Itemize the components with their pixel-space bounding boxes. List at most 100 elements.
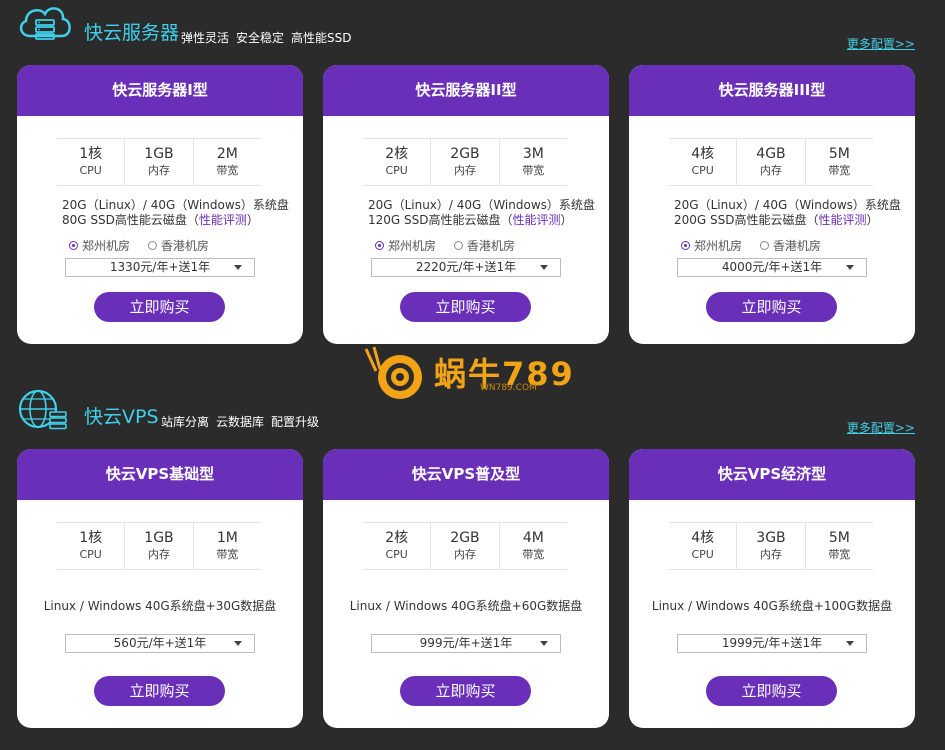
disk-ssd-text: 120G SSD高性能云磁盘（ xyxy=(368,213,513,227)
caret-down-icon xyxy=(540,641,548,646)
disk-line: 20G（Linux）/ 40G（Windows）系统盘 xyxy=(674,198,901,212)
cloud-server-icon xyxy=(19,7,71,40)
spec-label: CPU xyxy=(691,164,714,177)
buy-now-button[interactable]: 立即购买 xyxy=(94,676,225,706)
spec-value: 1核 xyxy=(79,530,103,546)
paren-close: ） xyxy=(246,213,259,227)
spec-label: CPU xyxy=(79,164,102,177)
price-select[interactable]: 1330元/年+送1年 xyxy=(65,258,255,277)
servers-section: 快云服务器 弹性灵活 安全稳定 高性能SSD 更多配置>> xyxy=(0,0,945,60)
buy-now-button[interactable]: 立即购买 xyxy=(400,292,531,322)
spec-label: CPU xyxy=(385,164,408,177)
spec-bandwidth: 3M 带宽 xyxy=(498,139,567,185)
vps-header: 快云VPS 站库分离 云数据库 配置升级 更多配置>> xyxy=(0,384,945,444)
radio-unselected-icon[interactable] xyxy=(453,241,463,250)
spec-label: 带宽 xyxy=(522,548,545,561)
disk-line: 80G SSD高性能云磁盘（性能评测） xyxy=(62,213,289,228)
spec-label: CPU xyxy=(79,548,102,561)
radio-zhengzhou[interactable]: 郑州机房 xyxy=(69,237,130,254)
datacenter-radio-group: 郑州机房 香港机房 xyxy=(69,237,223,254)
disk-line: 120G SSD高性能云磁盘（性能评测） xyxy=(368,213,595,228)
spec-value: 3M xyxy=(522,146,544,162)
servers-title: 快云服务器 xyxy=(84,22,180,44)
disk-line: 20G（Linux）/ 40G（Windows）系统盘 xyxy=(368,198,595,212)
spec-row: 1核 CPU 1GB 内存 2M 带宽 xyxy=(57,138,261,186)
vps-tag: 站库分离 xyxy=(161,415,210,429)
spec-memory: 4GB 内存 xyxy=(736,139,804,185)
spec-value: 4核 xyxy=(691,146,715,162)
performance-review-link[interactable]: 性能评测 xyxy=(199,213,247,227)
disk-ssd-text: 80G SSD高性能云磁盘（ xyxy=(62,213,199,227)
disk-description: Linux / Windows 40G系统盘+30G数据盘 xyxy=(43,599,277,613)
spec-value: 2GB xyxy=(450,530,480,546)
plan-title: 快云服务器II型 xyxy=(323,65,609,116)
spec-value: 4核 xyxy=(691,530,715,546)
radio-unselected-icon[interactable] xyxy=(759,241,769,250)
plan-title: 快云VPS普及型 xyxy=(323,449,609,500)
price-select[interactable]: 2220元/年+送1年 xyxy=(371,258,561,277)
performance-review-link[interactable]: 性能评测 xyxy=(819,213,867,227)
spec-bandwidth: 5M 带宽 xyxy=(804,139,873,185)
radio-unselected-icon[interactable] xyxy=(147,241,157,250)
spec-memory: 3GB 内存 xyxy=(736,523,804,569)
spec-bandwidth: 2M 带宽 xyxy=(192,139,261,185)
spec-label: 内存 xyxy=(759,548,782,561)
price-value: 4000元/年+送1年 xyxy=(721,260,823,274)
price-select[interactable]: 999元/年+送1年 xyxy=(371,634,561,653)
radio-zhengzhou[interactable]: 郑州机房 xyxy=(375,237,436,254)
globe-server-icon xyxy=(18,389,67,430)
radio-label: 郑州机房 xyxy=(388,239,437,253)
spec-value: 4GB xyxy=(756,146,786,162)
price-select[interactable]: 1999元/年+送1年 xyxy=(677,634,867,653)
server-plan-card: 快云服务器III型 4核 CPU 4GB 内存 5M 带宽 20G（Linux）/ 4… xyxy=(629,65,915,344)
radio-zhengzhou[interactable]: 郑州机房 xyxy=(681,237,742,254)
spec-value: 2核 xyxy=(385,146,409,162)
spec-value: 1GB xyxy=(144,146,174,162)
price-value: 560元/年+送1年 xyxy=(113,636,207,650)
vps-more-link[interactable]: 更多配置>> xyxy=(847,419,915,436)
performance-review-link[interactable]: 性能评测 xyxy=(513,213,561,227)
spec-value: 5M xyxy=(828,530,850,546)
disk-ssd-text: 200G SSD高性能云磁盘（ xyxy=(674,213,819,227)
spec-label: 带宽 xyxy=(828,164,851,177)
radio-hongkong[interactable]: 香港机房 xyxy=(453,237,515,254)
radio-selected-icon[interactable] xyxy=(375,241,384,250)
disk-description: Linux / Windows 40G系统盘+60G数据盘 xyxy=(349,599,583,613)
radio-label: 香港机房 xyxy=(466,239,515,253)
radio-hongkong[interactable]: 香港机房 xyxy=(147,237,209,254)
disk-description: 20G（Linux）/ 40G（Windows）系统盘 120G SSD高性能云… xyxy=(368,198,595,228)
servers-tag: 高性能SSD xyxy=(291,31,352,45)
spec-row: 4核 CPU 4GB 内存 5M 带宽 xyxy=(669,138,873,186)
vps-title: 快云VPS xyxy=(84,406,159,428)
server-plan-card: 快云服务器II型 2核 CPU 2GB 内存 3M 带宽 20G（Linux）/ 40… xyxy=(323,65,609,344)
spec-cpu: 1核 CPU xyxy=(57,139,124,185)
radio-label: 香港机房 xyxy=(772,239,821,253)
servers-header: 快云服务器 弹性灵活 安全稳定 高性能SSD 更多配置>> xyxy=(0,0,945,60)
spec-row: 2核 CPU 2GB 内存 3M 带宽 xyxy=(363,138,567,186)
buy-now-button[interactable]: 立即购买 xyxy=(706,676,837,706)
servers-more-link[interactable]: 更多配置>> xyxy=(847,35,915,52)
spec-value: 2核 xyxy=(385,530,409,546)
spec-value: 1GB xyxy=(144,530,174,546)
radio-selected-icon[interactable] xyxy=(69,241,78,250)
spec-bandwidth: 4M 带宽 xyxy=(498,523,567,569)
price-select[interactable]: 560元/年+送1年 xyxy=(65,634,255,653)
spec-value: 1M xyxy=(216,530,238,546)
spec-label: 内存 xyxy=(147,164,170,177)
spec-bandwidth: 5M 带宽 xyxy=(804,523,873,569)
buy-now-button[interactable]: 立即购买 xyxy=(400,676,531,706)
datacenter-radio-group: 郑州机房 香港机房 xyxy=(681,237,835,254)
disk-description: 20G（Linux）/ 40G（Windows）系统盘 80G SSD高性能云磁… xyxy=(62,198,289,228)
disk-line: 20G（Linux）/ 40G（Windows）系统盘 xyxy=(62,198,289,212)
spec-cpu: 4核 CPU xyxy=(669,139,736,185)
vps-tag: 配置升级 xyxy=(271,415,320,429)
price-select[interactable]: 4000元/年+送1年 xyxy=(677,258,867,277)
buy-now-button[interactable]: 立即购买 xyxy=(706,292,837,322)
radio-hongkong[interactable]: 香港机房 xyxy=(759,237,821,254)
buy-now-button[interactable]: 立即购买 xyxy=(94,292,225,322)
paren-close: ） xyxy=(866,213,879,227)
spec-cpu: 1核 CPU xyxy=(57,523,124,569)
paren-close: ） xyxy=(560,213,573,227)
radio-selected-icon[interactable] xyxy=(681,241,690,250)
spec-label: CPU xyxy=(691,548,714,561)
